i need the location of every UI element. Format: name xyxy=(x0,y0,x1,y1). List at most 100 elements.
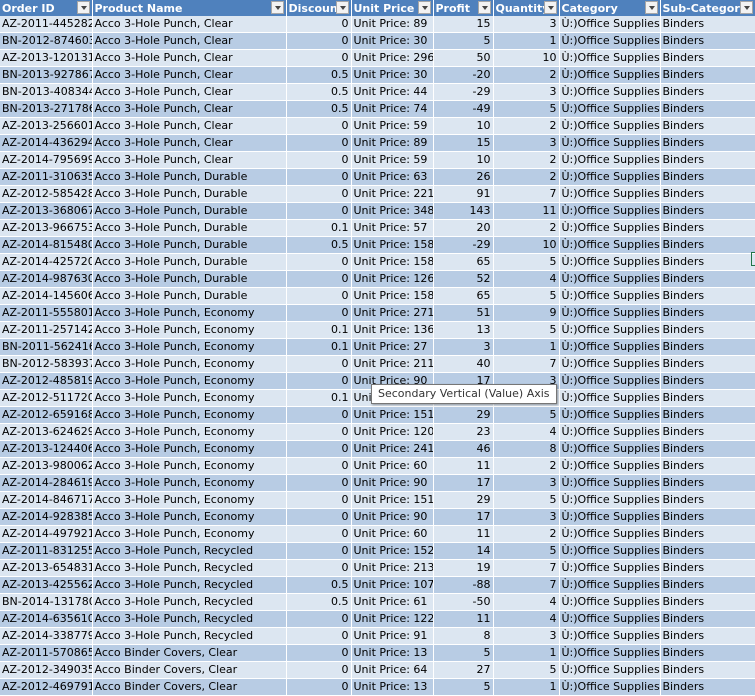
quantity-cell[interactable]: 2 xyxy=(493,66,560,84)
quantity-cell[interactable]: 7 xyxy=(493,185,560,203)
category-cell[interactable]: Ù:)Office Supplies xyxy=(559,423,661,441)
quantity-cell[interactable]: 4 xyxy=(493,423,560,441)
discount-cell[interactable]: 0 xyxy=(286,457,352,475)
product-name-cell[interactable]: Acco 3-Hole Punch, Durable xyxy=(92,168,287,186)
category-cell[interactable]: Ù:)Office Supplies xyxy=(559,474,661,492)
profit-cell[interactable]: -50 xyxy=(433,593,494,611)
category-cell[interactable]: Ù:)Office Supplies xyxy=(559,644,661,662)
order-id-cell[interactable]: AZ-2011-2571428 xyxy=(0,321,93,339)
profit-cell[interactable]: 5 xyxy=(433,678,494,696)
profit-cell[interactable]: 143 xyxy=(433,202,494,220)
sub-category-cell[interactable]: Binders xyxy=(660,389,755,407)
order-id-cell[interactable]: AZ-2014-6356102 xyxy=(0,610,93,628)
order-id-cell[interactable]: BN-2012-5839370 xyxy=(0,355,93,373)
quantity-cell[interactable]: 9 xyxy=(493,304,560,322)
filter-dropdown-icon[interactable] xyxy=(739,1,753,14)
order-id-cell[interactable]: AZ-2013-2566015 xyxy=(0,117,93,135)
category-cell[interactable]: Ù:)Office Supplies xyxy=(559,185,661,203)
unit-price-cell[interactable]: Unit Price: 158 xyxy=(351,236,434,254)
profit-cell[interactable]: 14 xyxy=(433,542,494,560)
sub-category-cell[interactable]: Binders xyxy=(660,508,755,526)
sub-category-cell[interactable]: Binders xyxy=(660,525,755,543)
product-name-cell[interactable]: Acco 3-Hole Punch, Economy xyxy=(92,491,287,509)
quantity-cell[interactable]: 1 xyxy=(493,678,560,696)
order-id-cell[interactable]: AZ-2012-3490353 xyxy=(0,661,93,679)
sub-category-cell[interactable]: Binders xyxy=(660,474,755,492)
sub-category-cell[interactable]: Binders xyxy=(660,338,755,356)
quantity-cell[interactable]: 3 xyxy=(493,134,560,152)
product-name-cell[interactable]: Acco 3-Hole Punch, Durable xyxy=(92,253,287,271)
category-cell[interactable]: Ù:)Office Supplies xyxy=(559,508,661,526)
discount-cell[interactable]: 0 xyxy=(286,355,352,373)
discount-cell[interactable]: 0 xyxy=(286,440,352,458)
unit-price-cell[interactable]: Unit Price: 296 xyxy=(351,49,434,67)
discount-cell[interactable]: 0 xyxy=(286,185,352,203)
sub-category-cell[interactable]: Binders xyxy=(660,593,755,611)
discount-cell[interactable]: 0 xyxy=(286,525,352,543)
product-name-cell[interactable]: Acco 3-Hole Punch, Recycled xyxy=(92,593,287,611)
discount-cell[interactable]: 0 xyxy=(286,270,352,288)
quantity-cell[interactable]: 4 xyxy=(493,270,560,288)
quantity-cell[interactable]: 2 xyxy=(493,219,560,237)
discount-cell[interactable]: 0 xyxy=(286,49,352,67)
unit-price-cell[interactable]: Unit Price: 152 xyxy=(351,542,434,560)
unit-price-cell[interactable]: Unit Price: 90 xyxy=(351,508,434,526)
order-id-cell[interactable]: AZ-2014-8467172 xyxy=(0,491,93,509)
quantity-cell[interactable]: 5 xyxy=(493,661,560,679)
product-name-cell[interactable]: Acco 3-Hole Punch, Recycled xyxy=(92,627,287,645)
discount-cell[interactable]: 0 xyxy=(286,202,352,220)
category-cell[interactable]: Ù:)Office Supplies xyxy=(559,321,661,339)
discount-cell[interactable]: 0.5 xyxy=(286,236,352,254)
unit-price-cell[interactable]: Unit Price: 61 xyxy=(351,593,434,611)
sub-category-cell[interactable]: Binders xyxy=(660,219,755,237)
category-cell[interactable]: Ù:)Office Supplies xyxy=(559,389,661,407)
discount-cell[interactable]: 0 xyxy=(286,610,352,628)
sub-category-cell[interactable]: Binders xyxy=(660,287,755,305)
category-cell[interactable]: Ù:)Office Supplies xyxy=(559,559,661,577)
quantity-cell[interactable]: 1 xyxy=(493,32,560,50)
order-id-cell[interactable]: AZ-2013-9800622 xyxy=(0,457,93,475)
discount-cell[interactable]: 0.1 xyxy=(286,321,352,339)
profit-cell[interactable]: 29 xyxy=(433,406,494,424)
unit-price-cell[interactable]: Unit Price: 89 xyxy=(351,134,434,152)
category-cell[interactable]: Ù:)Office Supplies xyxy=(559,542,661,560)
profit-cell[interactable]: 11 xyxy=(433,610,494,628)
filter-dropdown-icon[interactable] xyxy=(335,1,349,14)
unit-price-cell[interactable]: Unit Price: 271 xyxy=(351,304,434,322)
sub-category-cell[interactable]: Binders xyxy=(660,66,755,84)
filter-dropdown-icon[interactable] xyxy=(76,1,90,14)
order-id-cell[interactable]: BN-2011-5624168 xyxy=(0,338,93,356)
discount-cell[interactable]: 0.1 xyxy=(286,219,352,237)
order-id-cell[interactable]: AZ-2014-9876300 xyxy=(0,270,93,288)
category-cell[interactable]: Ù:)Office Supplies xyxy=(559,491,661,509)
order-id-cell[interactable]: AZ-2014-4979219 xyxy=(0,525,93,543)
profit-cell[interactable]: 3 xyxy=(433,338,494,356)
order-id-cell[interactable]: AZ-2012-5117204 xyxy=(0,389,93,407)
category-cell[interactable]: Ù:)Office Supplies xyxy=(559,287,661,305)
profit-cell[interactable]: 27 xyxy=(433,661,494,679)
quantity-cell[interactable]: 1 xyxy=(493,338,560,356)
product-name-cell[interactable]: Acco 3-Hole Punch, Clear xyxy=(92,100,287,118)
order-id-cell[interactable]: AZ-2011-310635 xyxy=(0,168,93,186)
sub-category-cell[interactable]: Binders xyxy=(660,134,755,152)
sub-category-cell[interactable]: Binders xyxy=(660,644,755,662)
unit-price-cell[interactable]: Unit Price: 221 xyxy=(351,185,434,203)
product-name-cell[interactable]: Acco 3-Hole Punch, Economy xyxy=(92,508,287,526)
unit-price-cell[interactable]: Unit Price: 348 xyxy=(351,202,434,220)
discount-cell[interactable]: 0 xyxy=(286,661,352,679)
profit-cell[interactable]: 17 xyxy=(433,508,494,526)
discount-cell[interactable]: 0 xyxy=(286,287,352,305)
order-id-cell[interactable]: AZ-2012-5854289 xyxy=(0,185,93,203)
quantity-cell[interactable]: 5 xyxy=(493,542,560,560)
quantity-cell[interactable]: 5 xyxy=(493,287,560,305)
profit-cell[interactable]: -29 xyxy=(433,236,494,254)
order-id-cell[interactable]: BN-2014-1317809 xyxy=(0,593,93,611)
unit-price-cell[interactable]: Unit Price: 60 xyxy=(351,457,434,475)
category-cell[interactable]: Ù:)Office Supplies xyxy=(559,372,661,390)
quantity-cell[interactable]: 5 xyxy=(493,253,560,271)
profit-cell[interactable]: -49 xyxy=(433,100,494,118)
profit-cell[interactable]: 15 xyxy=(433,16,494,33)
unit-price-cell[interactable]: Unit Price: 126 xyxy=(351,270,434,288)
quantity-cell[interactable]: 8 xyxy=(493,440,560,458)
discount-cell[interactable]: 0 xyxy=(286,678,352,696)
